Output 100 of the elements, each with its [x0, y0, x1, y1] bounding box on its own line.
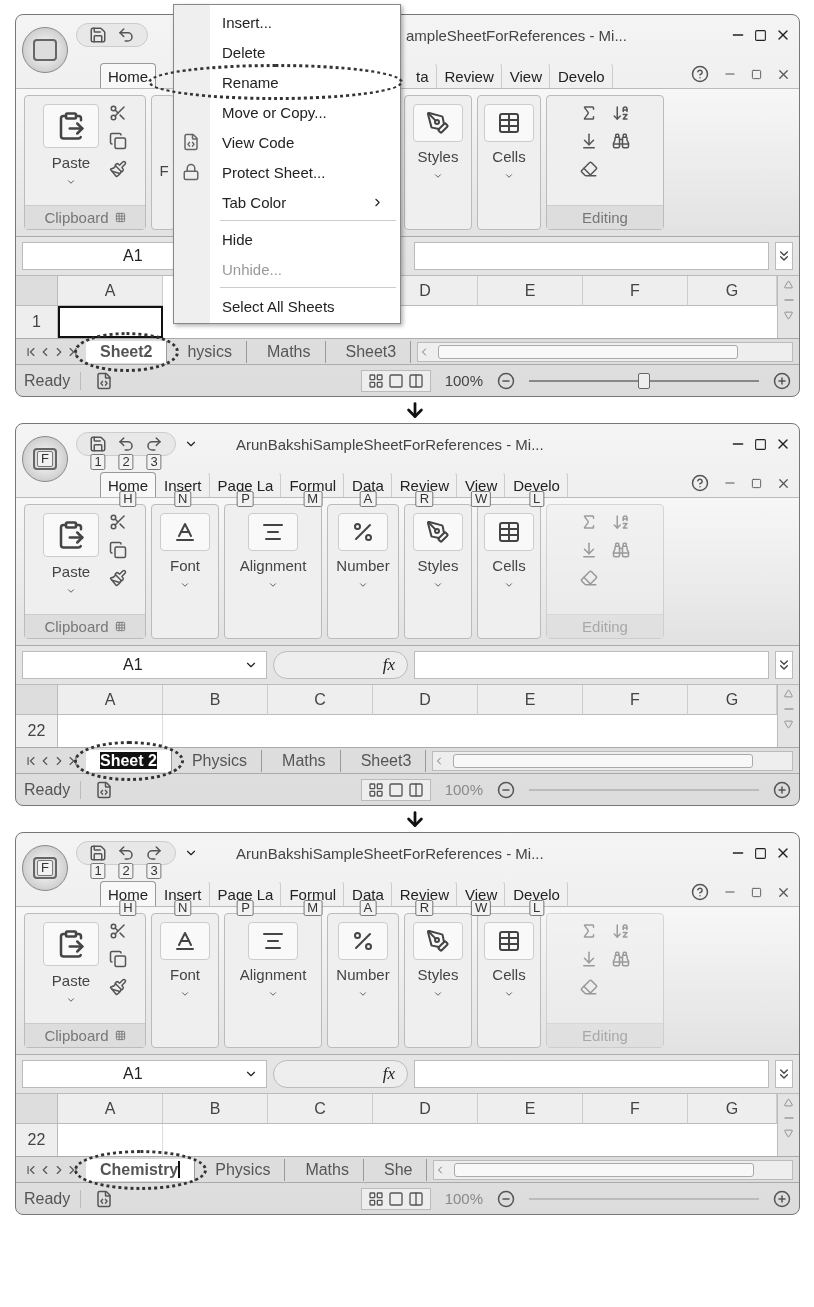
zoom-out-icon[interactable] — [497, 780, 515, 799]
column-header[interactable]: E — [478, 276, 583, 306]
sheet-tab[interactable]: Physics — [201, 1158, 286, 1181]
paintbrush-icon[interactable] — [109, 978, 127, 996]
sheet-tab[interactable]: Maths — [268, 749, 341, 772]
view-buttons[interactable] — [360, 778, 431, 801]
column-header[interactable]: B — [163, 685, 268, 715]
expand-formula-bar-button[interactable] — [775, 651, 793, 679]
column-header[interactable]: F — [583, 685, 688, 715]
ribbon-tab[interactable]: Develo — [549, 63, 613, 88]
save-icon[interactable] — [89, 435, 107, 453]
sheet-tab[interactable]: Physics — [177, 749, 263, 772]
scissors-icon[interactable] — [109, 922, 127, 940]
column-header[interactable]: G — [688, 276, 777, 306]
view-buttons[interactable] — [360, 1187, 431, 1210]
sheet-tab[interactable]: Sheet3 — [346, 749, 427, 772]
ribbon-tab[interactable]: Home — [100, 63, 156, 88]
column-header[interactable]: E — [478, 1094, 583, 1124]
view-buttons[interactable] — [360, 369, 431, 392]
redo-icon[interactable] — [145, 844, 163, 862]
column-header[interactable]: C — [268, 685, 373, 715]
undo-icon[interactable] — [117, 435, 135, 453]
dialog-launcher-icon[interactable] — [114, 621, 126, 632]
menu-item[interactable]: Delete — [174, 37, 400, 67]
sheet-tab[interactable]: Maths — [252, 340, 326, 363]
sheet-tab[interactable]: hysics — [173, 340, 247, 363]
copy-icon[interactable] — [109, 950, 127, 968]
zoom-level[interactable]: 100% — [444, 372, 483, 389]
number-group-button[interactable]: Number — [336, 922, 390, 1047]
menu-item[interactable]: Protect Sheet... — [174, 157, 400, 187]
styles-group-button[interactable]: Styles — [413, 513, 463, 638]
binoculars-icon[interactable] — [612, 132, 630, 150]
scissors-icon[interactable] — [109, 104, 127, 122]
expand-formula-bar-button[interactable] — [775, 1060, 793, 1088]
menu-item[interactable]: Tab Color — [174, 187, 400, 217]
column-header[interactable]: D — [373, 685, 478, 715]
maximize-icon[interactable] — [754, 846, 767, 860]
vertical-scrollbar[interactable] — [777, 1094, 799, 1156]
zoom-out-icon[interactable] — [497, 371, 515, 390]
column-header[interactable]: G — [688, 1094, 777, 1124]
sort-icon[interactable] — [612, 104, 630, 122]
eraser-icon[interactable] — [580, 160, 598, 178]
row-header[interactable]: 1 — [16, 306, 58, 338]
alignment-group-button[interactable]: Alignment — [239, 513, 307, 638]
zoom-in-icon[interactable] — [773, 371, 791, 390]
sheet-tab[interactable]: She — [369, 1158, 428, 1181]
scissors-icon[interactable] — [109, 513, 127, 531]
undo-icon[interactable] — [117, 26, 135, 44]
font-group-button[interactable]: Font — [160, 513, 210, 638]
maximize-icon[interactable] — [754, 437, 767, 451]
copy-icon[interactable] — [109, 541, 127, 559]
help-icon[interactable] — [691, 65, 709, 83]
menu-item[interactable]: Insert... — [174, 7, 400, 37]
dialog-launcher-icon[interactable] — [114, 1030, 126, 1041]
zoom-out-icon[interactable] — [497, 1189, 515, 1208]
cells-group-button[interactable]: Cells — [484, 513, 534, 638]
column-header[interactable]: G — [688, 685, 777, 715]
help-icon[interactable] — [691, 883, 709, 901]
column-header[interactable]: C — [268, 1094, 373, 1124]
sheet-tab[interactable]: Sheet 2 — [86, 749, 172, 772]
insert-function-button[interactable]: fx — [273, 1060, 408, 1088]
column-header[interactable]: A — [58, 1094, 163, 1124]
office-button[interactable] — [22, 27, 68, 73]
expand-formula-bar-button[interactable] — [775, 242, 793, 270]
column-header[interactable]: A — [58, 276, 163, 306]
cells-group-button[interactable]: Cells — [484, 922, 534, 1047]
row-header[interactable]: 22 — [16, 715, 58, 747]
vertical-scrollbar[interactable] — [777, 276, 799, 338]
vertical-scrollbar[interactable] — [777, 685, 799, 747]
paste-button[interactable]: Paste — [43, 922, 99, 1023]
paste-button[interactable]: Paste — [43, 513, 99, 614]
sheet-tab[interactable]: Maths — [291, 1158, 364, 1181]
name-box[interactable]: A1 — [22, 651, 267, 679]
formula-input-field[interactable] — [414, 242, 769, 270]
ribbon-tab[interactable]: View — [501, 63, 550, 88]
font-group-button[interactable]: F — [159, 162, 169, 179]
restore-icon[interactable] — [751, 886, 762, 898]
cells-group-button[interactable]: Cells — [484, 104, 534, 229]
sheet-tab[interactable]: Chemistry — [86, 1158, 196, 1181]
sheet-tab[interactable]: Sheet3 — [331, 340, 412, 363]
help-icon[interactable] — [691, 474, 709, 492]
column-header[interactable]: D — [373, 1094, 478, 1124]
dialog-launcher-icon[interactable] — [114, 212, 126, 223]
restore-icon[interactable] — [751, 477, 762, 489]
maximize-icon[interactable] — [754, 28, 767, 42]
redo-icon[interactable] — [145, 435, 163, 453]
column-header[interactable]: A — [58, 685, 163, 715]
horizontal-scrollbar[interactable] — [433, 1159, 793, 1180]
fill-down-icon[interactable] — [580, 132, 598, 150]
styles-group-button[interactable]: Styles — [413, 104, 463, 229]
zoom-in-icon[interactable] — [773, 1189, 791, 1208]
number-group-button[interactable]: Number — [336, 513, 390, 638]
column-header[interactable]: B — [163, 1094, 268, 1124]
paste-button[interactable]: Paste — [43, 104, 99, 205]
row-header[interactable]: 22 — [16, 1124, 58, 1156]
name-box[interactable]: A1 — [22, 1060, 267, 1088]
copy-icon[interactable] — [109, 132, 127, 150]
paintbrush-icon[interactable] — [109, 569, 127, 587]
menu-item[interactable]: View Code — [174, 127, 400, 157]
column-header[interactable]: F — [583, 276, 688, 306]
